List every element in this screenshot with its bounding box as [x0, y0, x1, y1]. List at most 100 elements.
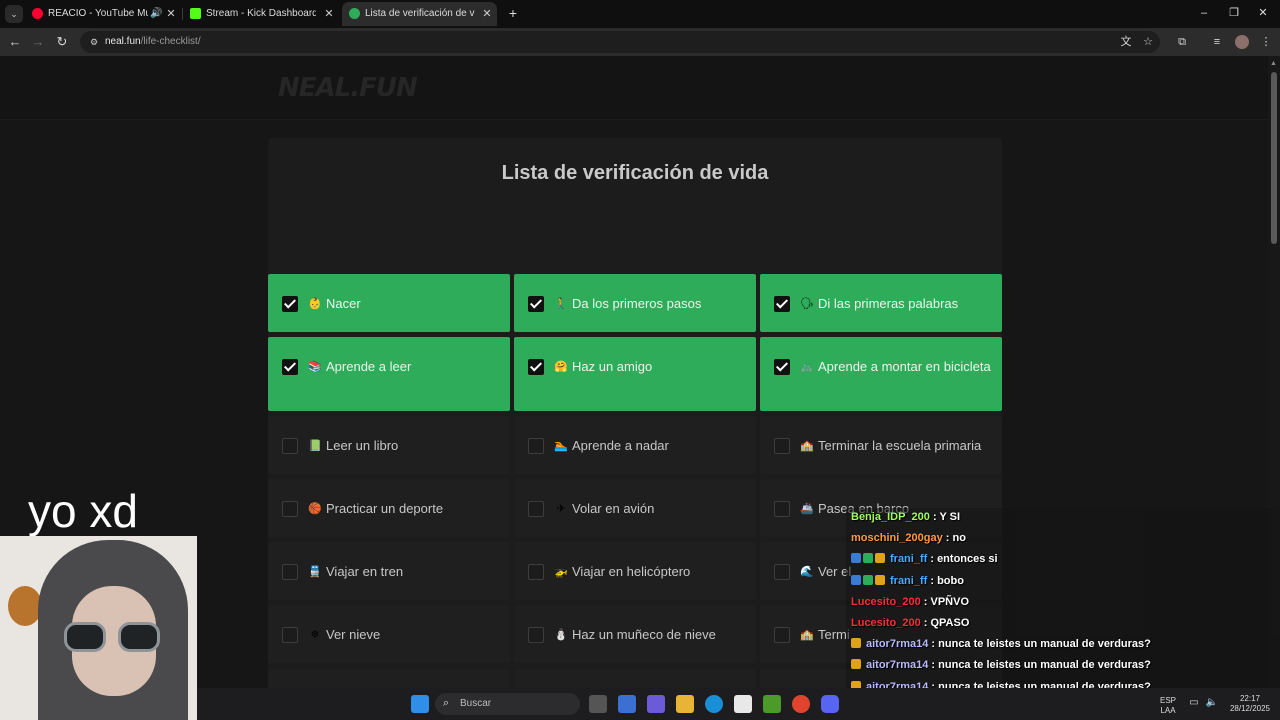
checklist-item[interactable]: 🤗 Haz un amigo	[514, 337, 756, 411]
youtube-music-icon	[32, 8, 43, 19]
checklist-item[interactable]: 🚶 Da los primeros pasos	[514, 274, 756, 332]
checkbox-unchecked[interactable]	[282, 564, 298, 580]
checklist-item[interactable]: 🏫 Terminar la escuela primaria	[760, 416, 1002, 474]
item-emoji-icon: 🚁	[554, 566, 568, 578]
checkbox-unchecked[interactable]	[528, 501, 544, 517]
menu-dots-icon[interactable]: ⋮	[1258, 34, 1274, 50]
item-emoji-icon: ⛄	[554, 629, 568, 641]
tab-label: Stream - Kick Dashboard	[206, 8, 316, 19]
task-view-icon[interactable]	[589, 695, 607, 713]
chat-text: bobo	[937, 574, 964, 587]
scrollbar-thumb[interactable]	[1271, 72, 1277, 244]
bookmark-star-icon[interactable]: ☆	[1140, 34, 1156, 50]
item-emoji-icon: 📚	[308, 361, 322, 373]
checklist-item-label: Aprende a leer	[326, 359, 412, 374]
clock[interactable]: 22:17 28/12/2025	[1227, 694, 1273, 714]
close-tab-icon[interactable]: ✕	[323, 2, 335, 26]
network-icon[interactable]: ▭	[1187, 698, 1201, 708]
tab-youtube-music[interactable]: REACIO - YouTube Music 🔊 ✕	[32, 2, 177, 26]
checklist-item[interactable]: 🚲 Aprende a montar en bicicleta	[760, 337, 1002, 411]
chat-separator: :	[942, 532, 953, 545]
discord-icon[interactable]	[821, 695, 839, 713]
profile-avatar[interactable]	[1235, 35, 1249, 49]
store-icon[interactable]	[734, 695, 752, 713]
tab-search-button[interactable]: ⌄	[5, 5, 23, 23]
checkbox-unchecked[interactable]	[774, 627, 790, 643]
checklist-item[interactable]: 📚 Aprende a leer	[268, 337, 510, 411]
checkbox-unchecked[interactable]	[774, 438, 790, 454]
restore-icon[interactable]: ❐	[1226, 5, 1242, 21]
extensions-icon[interactable]: ⧉	[1174, 34, 1190, 50]
close-window-icon[interactable]: ✕	[1255, 5, 1271, 21]
mail-icon[interactable]	[618, 695, 636, 713]
item-emoji-icon: ✈	[556, 503, 566, 515]
checkbox-unchecked[interactable]	[528, 627, 544, 643]
scroll-up-icon[interactable]: ▲	[1270, 60, 1277, 67]
chat-separator: :	[927, 553, 938, 566]
forward-icon[interactable]: →	[29, 33, 47, 51]
checklist-item[interactable]: 🏊 Aprende a nadar	[514, 416, 756, 474]
minimize-icon[interactable]: –	[1196, 5, 1212, 21]
checkbox-checked[interactable]	[774, 296, 790, 312]
checkbox-unchecked[interactable]	[282, 501, 298, 517]
goggles-right	[118, 622, 160, 652]
checkbox-unchecked[interactable]	[528, 438, 544, 454]
checkbox-checked[interactable]	[282, 359, 298, 375]
checklist-item-label: Leer un libro	[326, 438, 399, 453]
minecraft-icon[interactable]	[763, 695, 781, 713]
checklist-item[interactable]: 📗 Leer un libro	[268, 416, 510, 474]
checklist-item[interactable]: 👶 Nacer	[268, 274, 510, 332]
checkbox-checked[interactable]	[774, 359, 790, 375]
chat-badges	[851, 574, 887, 587]
chat-username: Lucesito_200	[851, 617, 921, 629]
checkbox-unchecked[interactable]	[282, 627, 298, 643]
teams-icon[interactable]	[647, 695, 665, 713]
item-emoji-icon: ❄	[310, 629, 320, 641]
checklist-item[interactable]: 🚁 Viajar en helicóptero	[514, 542, 756, 600]
checklist-item-label: Aprende a montar en bicicleta	[818, 359, 991, 374]
reload-icon[interactable]: ↻	[53, 33, 71, 51]
windows-start-icon[interactable]	[411, 695, 429, 713]
checkbox-unchecked[interactable]	[774, 501, 790, 517]
language-top: ESP	[1159, 696, 1176, 705]
file-explorer-icon[interactable]	[676, 695, 694, 713]
edge-icon[interactable]	[705, 695, 723, 713]
chrome-icon[interactable]	[792, 695, 810, 713]
tab-kick-dashboard[interactable]: Stream - Kick Dashboard ✕	[190, 2, 335, 26]
translate-icon[interactable]: 文	[1118, 34, 1134, 50]
checklist-item[interactable]: ✈ Volar en avión	[514, 479, 756, 537]
taskbar-search[interactable]: ⌕ Buscar	[435, 693, 580, 715]
checkbox-checked[interactable]	[528, 359, 544, 375]
checklist-item[interactable]: ❄ Ver nieve	[268, 605, 510, 663]
url-text: neal.fun/life-checklist/	[105, 31, 201, 53]
checklist-item[interactable]: 🗣 Di las primeras palabras	[760, 274, 1002, 332]
address-bar[interactable]: ⚙ neal.fun/life-checklist/ 文 ☆	[80, 31, 1160, 53]
media-control-icon[interactable]: ≡	[1209, 34, 1225, 50]
language-indicator[interactable]: ESP LAA	[1157, 696, 1179, 716]
site-logo[interactable]: NEAL.FUN	[278, 73, 418, 103]
checklist-item[interactable]: 🚆 Viajar en tren	[268, 542, 510, 600]
checkbox-unchecked[interactable]	[774, 564, 790, 580]
checkbox-checked[interactable]	[528, 296, 544, 312]
chat-username: aitor7rma14	[866, 638, 929, 651]
site-info-icon[interactable]: ⚙	[88, 36, 100, 48]
close-tab-icon[interactable]: ✕	[165, 2, 177, 26]
kick-icon	[190, 8, 201, 19]
tab-label: Lista de verificación de vida	[365, 8, 475, 19]
checklist-item-label: Ver nieve	[326, 627, 381, 642]
checklist-item[interactable]: 🏀 Practicar un deporte	[268, 479, 510, 537]
item-emoji-icon: 🚲	[800, 361, 814, 373]
back-icon[interactable]: ←	[6, 33, 24, 51]
checkbox-unchecked[interactable]	[282, 438, 298, 454]
speaker-icon[interactable]: 🔊	[150, 2, 162, 26]
tab-life-checklist[interactable]: Lista de verificación de vida ✕	[342, 2, 497, 26]
new-tab-button[interactable]: +	[505, 5, 521, 21]
chat-message: aitor7rma14 : nunca te leistes un manual…	[851, 638, 1151, 650]
checklist-item[interactable]: ⛄ Haz un muñeco de nieve	[514, 605, 756, 663]
checkbox-checked[interactable]	[282, 296, 298, 312]
close-tab-icon[interactable]: ✕	[481, 2, 493, 26]
url-path: /life-checklist/	[140, 36, 201, 47]
url-host: neal.fun	[105, 36, 141, 47]
volume-icon[interactable]: 🔈	[1205, 698, 1219, 708]
checkbox-unchecked[interactable]	[528, 564, 544, 580]
